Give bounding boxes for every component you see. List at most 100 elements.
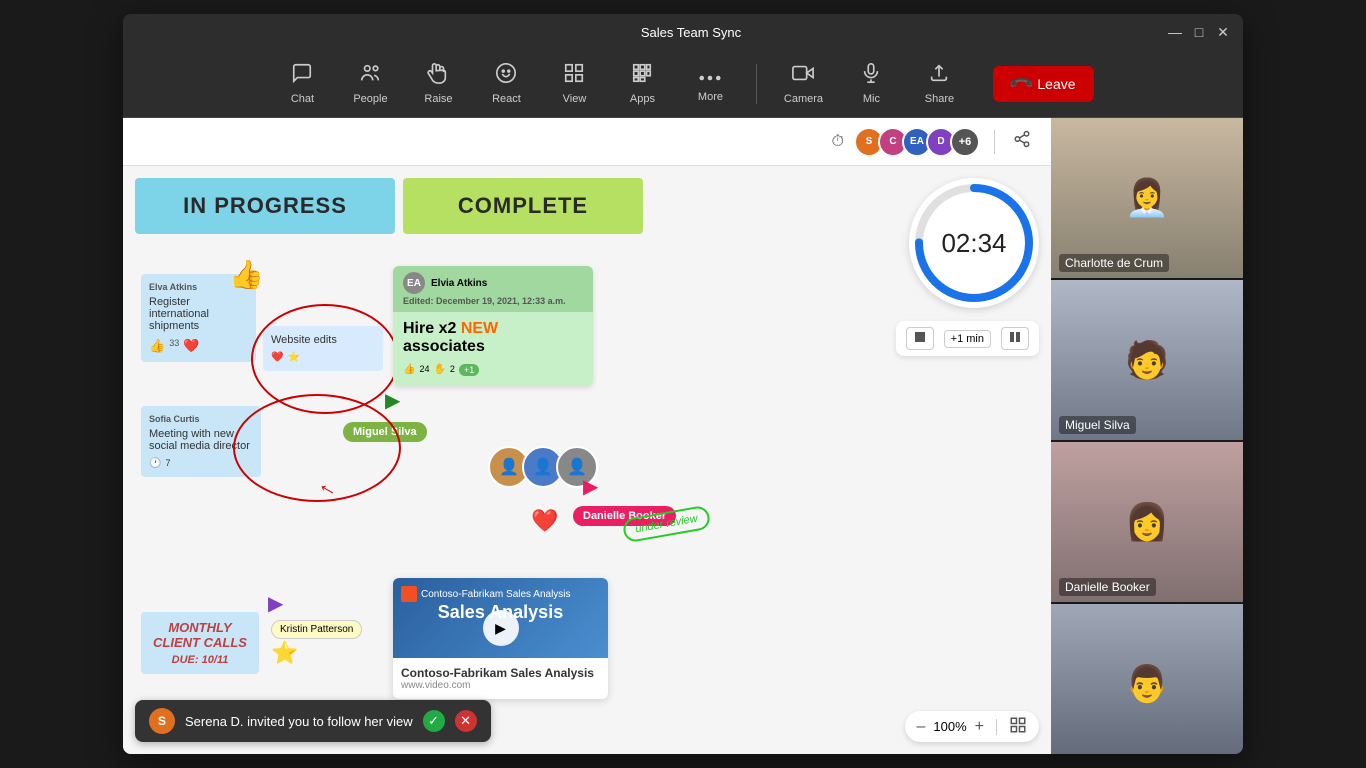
note-website-text: Website edits <box>271 334 375 346</box>
card-hire-avatar: EA <box>403 272 425 294</box>
clock-icon: 🕐 <box>149 458 161 469</box>
react-icon <box>495 62 517 90</box>
view-label: View <box>563 93 587 105</box>
fit-view-button[interactable] <box>1009 716 1027 737</box>
app-window: Sales Team Sync — □ ✕ Chat People Raise <box>123 14 1243 754</box>
notif-decline-button[interactable]: ✕ <box>455 710 477 732</box>
more-icon <box>699 65 721 88</box>
video-embed-title: Contoso-Fabrikam Sales Analysis <box>401 666 600 680</box>
video-embed-info: Contoso-Fabrikam Sales Analysis www.vide… <box>393 658 608 699</box>
video-embed[interactable]: Contoso-Fabrikam Sales Analysis Sales An… <box>393 578 608 699</box>
leave-label: Leave <box>1037 76 1075 92</box>
timer-display: 02:34 <box>941 228 1006 259</box>
chat-label: Chat <box>291 93 314 105</box>
heart-red-icon: ❤️ <box>271 352 283 363</box>
raise-icon <box>427 62 449 90</box>
note-monthly-due: DUE: 10/11 <box>149 654 251 666</box>
minimize-button[interactable]: — <box>1167 24 1183 40</box>
camera-button[interactable]: Camera <box>773 56 833 111</box>
close-button[interactable]: ✕ <box>1215 24 1231 40</box>
share-label: Share <box>925 93 954 105</box>
heart-emoji-icon: ❤️ <box>531 508 558 534</box>
danielle-name-label: Danielle Booker <box>1059 578 1156 596</box>
camera-label: Camera <box>784 93 823 105</box>
note-website[interactable]: Website edits ❤️ ⭐ <box>263 326 383 371</box>
mic-button[interactable]: Mic <box>841 56 901 111</box>
view-button[interactable]: View <box>544 56 604 111</box>
card-hire-author-name: Elvia Atkins <box>431 278 487 289</box>
wb-canvas[interactable]: IN PROGRESS COMPLETE 02:34 <box>123 166 1051 754</box>
purple-arrow-icon: ▶ <box>268 591 283 616</box>
ms-logo-icon <box>401 586 417 602</box>
col-complete-label: COMPLETE <box>458 193 588 219</box>
miguel-badge: Miguel Silva <box>343 422 427 442</box>
window-controls: — □ ✕ <box>1167 24 1231 40</box>
apps-button[interactable]: Apps <box>612 56 672 111</box>
green-arrow-icon: ▶ <box>385 388 400 413</box>
zoom-in-button[interactable]: + <box>975 718 984 736</box>
note-meeting-reactions: 🕐 7 <box>149 458 253 469</box>
miguel-name-label: Miguel Silva <box>1059 416 1136 434</box>
timer-icon-btn[interactable]: ⏱ <box>832 133 844 151</box>
hand-icon: ✋ <box>433 364 445 376</box>
charlotte-name-label: Charlotte de Crum <box>1059 254 1169 272</box>
raise-button[interactable]: Raise <box>408 56 468 111</box>
person-imgs-cluster: 👤 👤 👤 <box>488 446 598 488</box>
title-bar: Sales Team Sync — □ ✕ <box>123 14 1243 50</box>
meeting-toolbar: Chat People Raise React View <box>123 50 1243 118</box>
people-label: People <box>353 93 387 105</box>
apps-icon <box>631 62 653 90</box>
leave-button[interactable]: 📞 Leave <box>993 66 1093 102</box>
avatar-stack: S C EA D +6 <box>854 127 980 157</box>
chat-icon <box>291 62 313 90</box>
video-tile-person4: 👨 <box>1051 604 1243 754</box>
chat-button[interactable]: Chat <box>272 56 332 111</box>
note-monthly-text: MONTHLY CLIENT CALLS <box>149 620 251 650</box>
video-tile-danielle: 👩 Danielle Booker <box>1051 442 1243 602</box>
note-monthly[interactable]: MONTHLY CLIENT CALLS DUE: 10/11 <box>141 612 259 674</box>
people-button[interactable]: People <box>340 56 400 111</box>
more-button[interactable]: More <box>680 59 740 109</box>
camera-icon <box>792 62 814 90</box>
note-meeting-text: Meeting with new social media director <box>149 428 253 452</box>
video-heading: Sales Analysis <box>438 602 563 623</box>
note-register[interactable]: Elva Atkins Register international shipm… <box>141 274 256 362</box>
avatar-more: +6 <box>950 127 980 157</box>
note-register-reactions: 👍 33 ❤️ <box>149 338 248 354</box>
col-header-complete: COMPLETE <box>403 178 643 234</box>
zoom-level: 100% <box>933 719 966 734</box>
video-embed-url: www.video.com <box>401 680 600 691</box>
main-area: ⏱ S C EA D +6 IN PROGRESS <box>123 118 1243 754</box>
star-icon: ⭐ <box>287 352 299 363</box>
timer-pause-button[interactable] <box>1001 327 1029 350</box>
notification-bar: S Serena D. invited you to follow her vi… <box>135 700 491 742</box>
notif-avatar: S <box>149 708 175 734</box>
zoom-out-button[interactable]: – <box>917 718 926 736</box>
card-hire[interactable]: EA Elvia Atkins Edited: December 19, 202… <box>393 266 593 386</box>
card-hire-reactions: 👍 24 ✋ 2 +1 <box>403 364 583 376</box>
window-title: Sales Team Sync <box>215 25 1167 40</box>
note-meeting[interactable]: Sofia Curtis Meeting with new social med… <box>141 406 261 477</box>
react-button[interactable]: React <box>476 56 536 111</box>
share-button[interactable]: Share <box>909 56 969 111</box>
person4-video-placeholder: 👨 <box>1051 604 1243 754</box>
video-title-overlay: Contoso-Fabrikam Sales Analysis <box>421 589 571 600</box>
timer-stop-button[interactable] <box>906 327 934 350</box>
col-in-progress-label: IN PROGRESS <box>183 193 347 219</box>
more-label: More <box>698 91 723 103</box>
pink-arrow-icon: ▶ <box>583 474 598 499</box>
video-tile-charlotte: 👩‍💼 Charlotte de Crum <box>1051 118 1243 278</box>
wb-toolbar: ⏱ S C EA D +6 <box>123 118 1051 166</box>
view-icon <box>563 62 585 90</box>
apps-label: Apps <box>630 93 655 105</box>
notif-accept-button[interactable]: ✓ <box>423 710 445 732</box>
red-arrow-icon: ← <box>313 470 345 504</box>
card-hire-edited: Edited: December 19, 2021, 12:33 a.m. <box>403 296 583 306</box>
raise-label: Raise <box>424 93 452 105</box>
note-register-text: Register international shipments <box>149 296 248 332</box>
wb-share-button[interactable] <box>1009 126 1035 157</box>
timer-add-button[interactable]: +1 min <box>944 330 991 348</box>
whiteboard-section[interactable]: ⏱ S C EA D +6 IN PROGRESS <box>123 118 1051 754</box>
kristin-badge: Kristin Patterson <box>271 620 362 639</box>
maximize-button[interactable]: □ <box>1191 24 1207 40</box>
